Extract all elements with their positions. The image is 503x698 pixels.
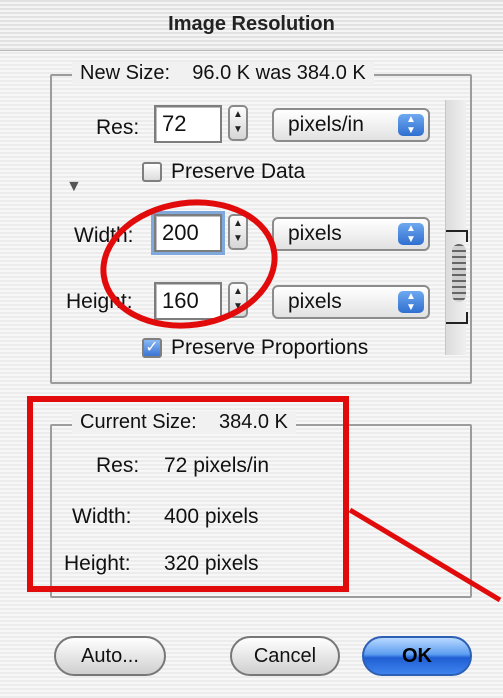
annotation-line <box>348 507 502 603</box>
link-bracket-top <box>446 230 468 242</box>
preserve-proportions-label: Preserve Proportions <box>171 336 369 359</box>
res-label: Res: <box>96 116 140 139</box>
res-input[interactable]: 72 <box>154 105 222 143</box>
preserve-data-checkbox[interactable] <box>142 162 162 182</box>
height-unit-select[interactable]: pixels ▲ ▼ <box>272 285 430 319</box>
annotation-rectangle <box>27 396 349 592</box>
res-unit-select[interactable]: pixels/in ▲ ▼ <box>272 108 430 142</box>
ok-button[interactable]: OK <box>362 636 472 676</box>
new-size-label: New Size: <box>80 62 171 84</box>
select-arrow-icon: ▲ ▼ <box>398 291 424 313</box>
window-title: Image Resolution <box>168 13 335 35</box>
res-stepper-icon[interactable]: ▲ ▼ <box>228 105 248 141</box>
width-unit-select[interactable]: pixels ▲ ▼ <box>272 217 430 251</box>
preserve-proportions-checkbox[interactable]: ✓ <box>142 338 162 358</box>
preserve-data-label: Preserve Data <box>171 160 306 183</box>
new-size-value: 96.0 K was 384.0 K <box>192 62 366 84</box>
disclosure-triangle-icon[interactable]: ▼ <box>66 178 82 196</box>
new-size-legend: New Size: 96.0 K was 384.0 K <box>72 62 374 85</box>
select-arrow-icon: ▲ ▼ <box>398 114 424 136</box>
width-unit-label: pixels <box>288 222 342 245</box>
height-unit-label: pixels <box>288 290 342 313</box>
res-unit-label: pixels/in <box>288 113 364 136</box>
auto-button[interactable]: Auto... <box>54 636 166 676</box>
link-bracket-bottom <box>446 312 468 324</box>
select-arrow-icon: ▲ ▼ <box>398 223 424 245</box>
cancel-button[interactable]: Cancel <box>230 636 340 676</box>
chain-link-icon <box>452 244 466 302</box>
